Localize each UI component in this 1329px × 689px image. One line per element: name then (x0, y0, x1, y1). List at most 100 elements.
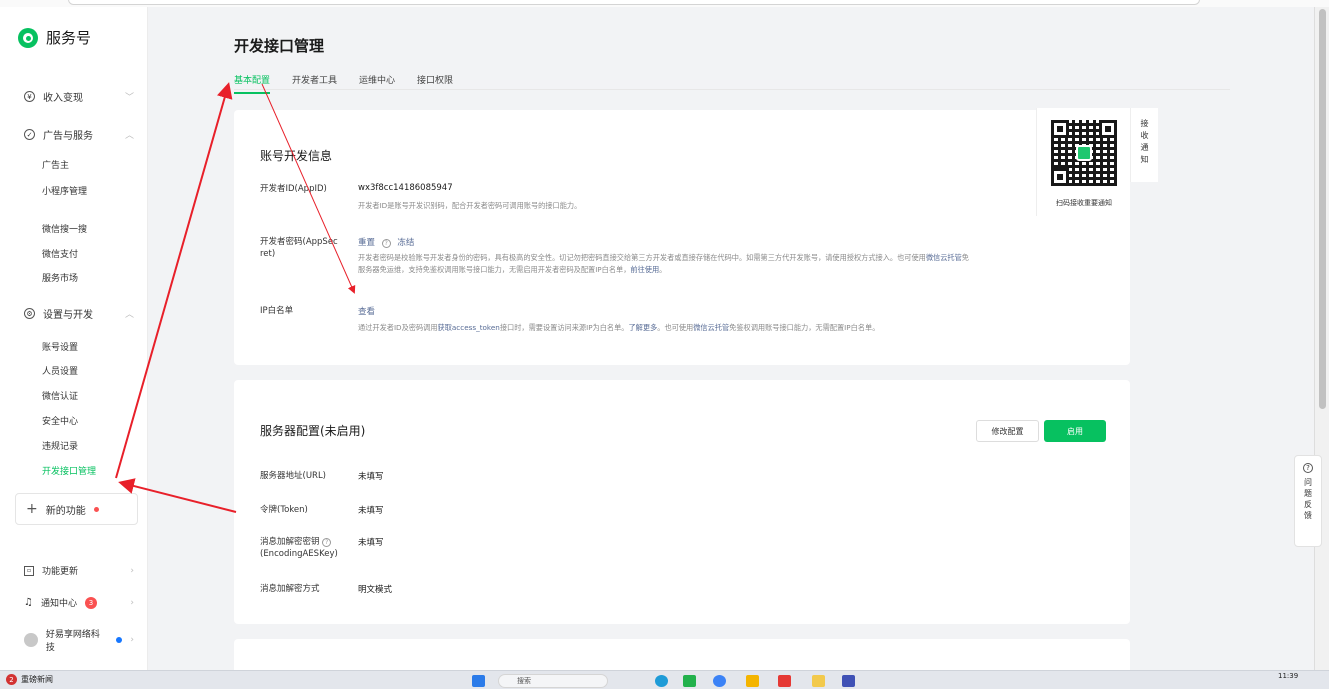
cloud-hosting-link[interactable]: 微信云托管 (693, 323, 729, 332)
chevron-up-icon: ︿ (124, 131, 134, 141)
bell-icon: ♫ (24, 597, 33, 608)
updates-label: 功能更新 (42, 567, 79, 577)
sidebar-group-ads[interactable]: ✓ 广告与服务 ︿ (24, 127, 134, 142)
main-content: 开发接口管理 基本配置 开发者工具 运维中心 接口权限 账号开发信息 开发者ID… (148, 7, 1314, 670)
enable-button[interactable]: 启用 (1044, 420, 1106, 442)
coin-icon: ¥ (24, 91, 35, 102)
access-token-link[interactable]: 获取access_token (438, 323, 500, 332)
reset-link[interactable]: 重置 (358, 238, 375, 248)
sidebar-item-members[interactable]: 人员设置 (42, 364, 78, 377)
sidebar-group-label: 设置与开发 (43, 310, 93, 321)
ip-whitelist-label: IP白名单 (260, 306, 294, 316)
update-icon: ▫ (24, 565, 34, 576)
appsecret-desc-text: 免 (961, 253, 969, 262)
qr-caption: 扫码接收重要通知 (1056, 199, 1112, 207)
sidebar-item-account[interactable]: 账号设置 (42, 340, 78, 353)
cloud-hosting-link[interactable]: 微信云托管 (926, 253, 962, 262)
taskbar-search[interactable]: 搜索 (498, 674, 608, 688)
notify-count-badge: 3 (84, 596, 97, 609)
ip-desc-text: 通过开发者ID及密码调用 (358, 323, 438, 332)
sidebar-item-dev-api[interactable]: 开发接口管理 (42, 464, 96, 477)
sidebar-item-verify[interactable]: 微信认证 (42, 389, 78, 402)
sidebar-account[interactable]: 好易享网络科技 › (24, 627, 134, 653)
sidebar-group-label: 收入变现 (43, 93, 83, 104)
qr-finder (1051, 168, 1069, 186)
sidebar-group-label: 广告与服务 (43, 131, 93, 142)
appsecret-label-line1: 开发者密码(AppSec (260, 237, 338, 247)
edit-config-button[interactable]: 修改配置 (976, 420, 1039, 442)
appid-desc: 开发者ID是账号开发识别码，配合开发者密码可调用账号的接口能力。 (358, 201, 582, 210)
aes-key-label: 消息加解密密钥 ? (EncodingAESKey) (260, 536, 372, 560)
news-badge: 2 (6, 674, 17, 685)
question-icon: ? (1303, 463, 1313, 473)
chevron-right-icon: › (130, 565, 134, 576)
sidebar-item-miniprogram[interactable]: 小程序管理 (42, 184, 87, 197)
folder-icon[interactable] (746, 675, 759, 687)
ip-whitelist-view-link[interactable]: 查看 (358, 305, 375, 317)
logo-icon (18, 27, 38, 48)
help-icon[interactable]: ? (322, 538, 332, 547)
plus-icon: + (26, 501, 38, 517)
sidebar-item-violations[interactable]: 违规记录 (42, 439, 78, 452)
address-bar[interactable] (68, 0, 1200, 5)
brand[interactable]: 服务号 (18, 27, 91, 48)
go-use-link[interactable]: 前往使用 (630, 265, 659, 274)
account-dev-title: 账号开发信息 (260, 149, 333, 163)
ip-desc-text: 免鉴权调用账号接口能力，无需配置IP白名单。 (729, 323, 880, 332)
tab-dev-tools[interactable]: 开发者工具 (292, 73, 337, 94)
brand-name: 服务号 (46, 29, 92, 47)
appsecret-label-line2: ret) (260, 249, 276, 259)
sidebar-notify-center[interactable]: ♫ 通知中心 3 › (24, 596, 134, 609)
browser-top-strip (0, 0, 1329, 7)
appid-label: 开发者ID(AppID) (260, 184, 327, 194)
start-icon[interactable] (472, 675, 485, 687)
wechat-app-icon[interactable] (683, 675, 696, 687)
app-icon[interactable] (778, 675, 791, 687)
tab-api-permissions[interactable]: 接口权限 (417, 73, 453, 94)
next-card (234, 639, 1130, 670)
qr-code (1051, 120, 1117, 186)
sidebar-group-income[interactable]: ¥ 收入变现 ﹀ (24, 89, 134, 104)
ip-whitelist-desc: 通过开发者ID及密码调用获取access_token接口时，需要设置访问来源IP… (358, 322, 1118, 334)
taskbar-news[interactable]: 2 重磅新闻 (6, 674, 53, 685)
sidebar-group-settings[interactable]: ⚙ 设置与开发 ︿ (24, 306, 134, 321)
sidebar-item-advertiser[interactable]: 广告主 (42, 158, 69, 171)
new-features-button[interactable]: + 新的功能 (15, 493, 138, 525)
notify-char: 收 (1140, 131, 1149, 140)
page-scrollbar[interactable] (1314, 7, 1329, 670)
app-icon[interactable] (842, 675, 855, 687)
learn-more-link[interactable]: 了解更多 (628, 323, 657, 332)
chevron-right-icon: › (130, 635, 134, 645)
aes-key-value: 未填写 (358, 538, 384, 548)
edge-icon[interactable] (713, 675, 726, 687)
account-name: 好易享网络科技 (45, 630, 100, 653)
app-icon[interactable] (812, 675, 825, 687)
aes-key-label-line1: 消息加解密密钥 (260, 537, 320, 547)
account-dev-card: 账号开发信息 开发者ID(AppID) wx3f8cc14186085947 开… (234, 110, 1130, 365)
sidebar-item-pay[interactable]: 微信支付 (42, 247, 78, 260)
page-title: 开发接口管理 (234, 37, 325, 55)
appsecret-desc-text: 服务器免运维，支持免鉴权调用账号接口能力，无需启用开发者密码及配置IP白名单， (358, 265, 631, 274)
compass-icon: ✓ (24, 129, 35, 140)
help-icon[interactable]: ? (381, 239, 391, 248)
ip-desc-text: 也可使用 (664, 323, 694, 332)
avatar (24, 633, 38, 647)
qr-finder (1051, 120, 1069, 138)
sidebar-item-market[interactable]: 服务市场 (42, 271, 78, 284)
browser-icon[interactable] (655, 675, 668, 687)
feedback-button[interactable]: ? 问 题 反 馈 (1294, 455, 1322, 547)
scrollbar-thumb[interactable] (1319, 9, 1326, 409)
sidebar-updates[interactable]: ▫ 功能更新 › (24, 564, 134, 577)
wechat-icon (1076, 145, 1092, 161)
freeze-link[interactable]: 冻结 (397, 238, 414, 248)
encrypt-mode-label: 消息加解密方式 (260, 584, 320, 594)
ip-desc-text: 接口时，需要设置访问来源IP为白名单。 (499, 323, 629, 332)
sidebar-item-search[interactable]: 微信搜一搜 (42, 222, 87, 235)
sidebar-item-security[interactable]: 安全中心 (42, 414, 78, 427)
news-label: 重磅新闻 (21, 675, 53, 684)
tab-ops-center[interactable]: 运维中心 (359, 73, 395, 94)
receive-notify-tab[interactable]: 接 收 通 知 (1130, 108, 1158, 182)
server-config-card: 服务器配置(未启用) 修改配置 启用 服务器地址(URL) 未填写 令牌(Tok… (234, 380, 1130, 624)
tab-basic-config[interactable]: 基本配置 (234, 73, 271, 94)
appsecret-label: 开发者密码(AppSec ret) (260, 236, 372, 260)
